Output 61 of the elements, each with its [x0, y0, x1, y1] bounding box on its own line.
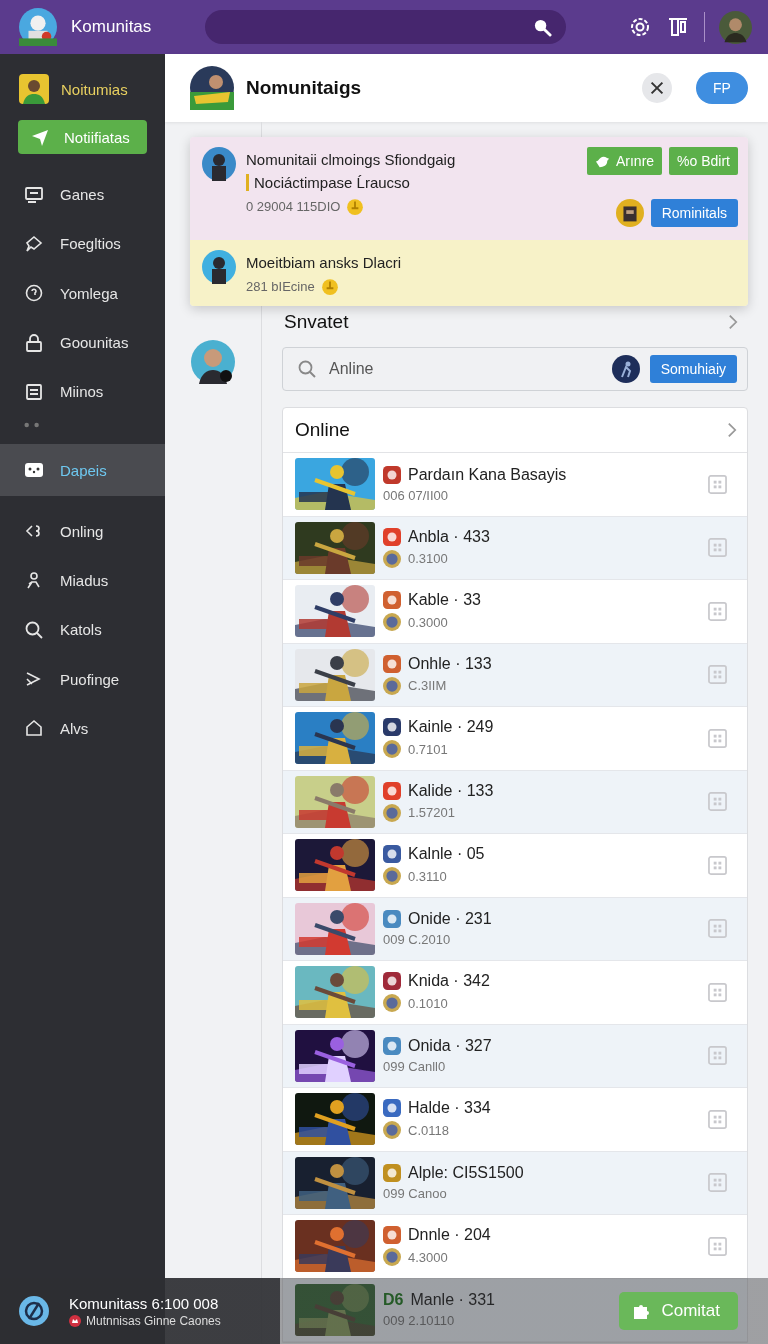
notification-text: Nociáctimpase Ĺraucso	[246, 174, 577, 191]
game-subtitle: 1.57201	[408, 805, 455, 821]
game-subtitle: 0.7101	[408, 741, 448, 757]
game-row[interactable]: Onhle · 133 C.3IIM	[283, 643, 747, 707]
game-subtitle: C.0118	[408, 1122, 449, 1138]
game-title: Onide · 231	[408, 910, 492, 929]
sidebar-item[interactable]: Miadus	[0, 555, 165, 606]
sidebar-item[interactable]: Dapeis	[0, 444, 165, 497]
game-subtitle: 099 Canll0	[383, 1059, 446, 1075]
game-subtitle: 009 2.10110	[383, 1313, 455, 1329]
game-title: Kalnle · 05	[408, 845, 485, 864]
search-field[interactable]: Anline Somuhiaiy	[282, 347, 748, 391]
game-row[interactable]: Anbla · 433 0.3100	[283, 516, 747, 580]
sidebar-item[interactable]: Puofinge	[0, 654, 165, 704]
game-title: Onida · 327	[408, 1037, 492, 1056]
community-button[interactable]: Somuhiaiy	[649, 355, 737, 383]
sidebar-item[interactable]: Ganes	[0, 170, 165, 220]
sidebar-item[interactable]: Onling	[0, 506, 165, 556]
sidebar-item[interactable]: Miinos	[0, 367, 165, 417]
list-title: Online	[295, 419, 350, 441]
sidebar-item[interactable]: Goounitas	[0, 317, 165, 368]
game-subtitle: 0.3110	[408, 868, 447, 884]
game-title: Kable · 33	[408, 591, 481, 610]
game-title: Kalide · 133	[408, 781, 494, 800]
sidebar-item[interactable]: Foegltios	[0, 219, 165, 269]
game-subtitle: C.3IIM	[408, 678, 447, 694]
sidebar-item[interactable]: Alvs	[0, 703, 165, 753]
game-subtitle: 4.3000	[408, 1249, 448, 1265]
community-button[interactable]: Rominitals	[650, 199, 738, 227]
game-subtitle: 0.1010	[408, 995, 448, 1011]
game-row[interactable]: Onide · 231 009 C.2010	[283, 897, 747, 961]
game-subtitle: 0.3100	[408, 551, 448, 567]
game-subtitle: 006 07/II00	[383, 487, 449, 503]
game-subtitle: 099 Canoo	[383, 1186, 447, 1202]
game-title: Anbla · 433	[408, 527, 490, 546]
game-title: Pardaın Kana Basayis	[408, 465, 567, 484]
brand-name: Noitumias	[61, 80, 128, 98]
footer-subtitle: Mutnnisas Ginne Caones	[86, 1313, 221, 1328]
game-subtitle: 009 C.2010	[383, 932, 451, 948]
tag: D6	[383, 1291, 404, 1310]
game-row[interactable]: Kalide · 133 1.57201	[283, 770, 747, 834]
game-title: Onhle · 133	[408, 654, 492, 673]
sidebar-item[interactable]: Yomlega	[0, 268, 165, 318]
game-subtitle: 0.3000	[408, 614, 448, 630]
page-title: Nomunitaigs	[246, 77, 363, 99]
sidebar-item[interactable]: Katols	[0, 605, 165, 655]
game-title: Halde · 334	[408, 1099, 491, 1118]
notification-meta: 281 bIEcine	[246, 278, 315, 294]
footer-title: Komunitass 6:100 008	[69, 1294, 219, 1312]
notification-title: Moeitbiam ansks Dlacri	[246, 254, 403, 271]
section-title: Snvatet	[284, 311, 349, 333]
notification-meta: 0 29004 115DIO	[246, 198, 341, 214]
notification-title: Nomunitaii clmoings Sfiondgaig	[246, 151, 457, 168]
game-title: Alple: CI5S1500	[408, 1164, 524, 1183]
game-row[interactable]: Alple: CI5S1500 099 Canoo	[283, 1151, 747, 1215]
game-title: Dnnle · 204	[408, 1226, 491, 1245]
game-title: Knida · 342	[408, 972, 490, 991]
app-title: Komunitas	[71, 17, 153, 37]
game-title: Manle · 331	[410, 1291, 495, 1310]
game-row[interactable]: Onida · 327 099 Canll0	[283, 1024, 747, 1088]
game-title: Kainle · 249	[408, 718, 494, 737]
